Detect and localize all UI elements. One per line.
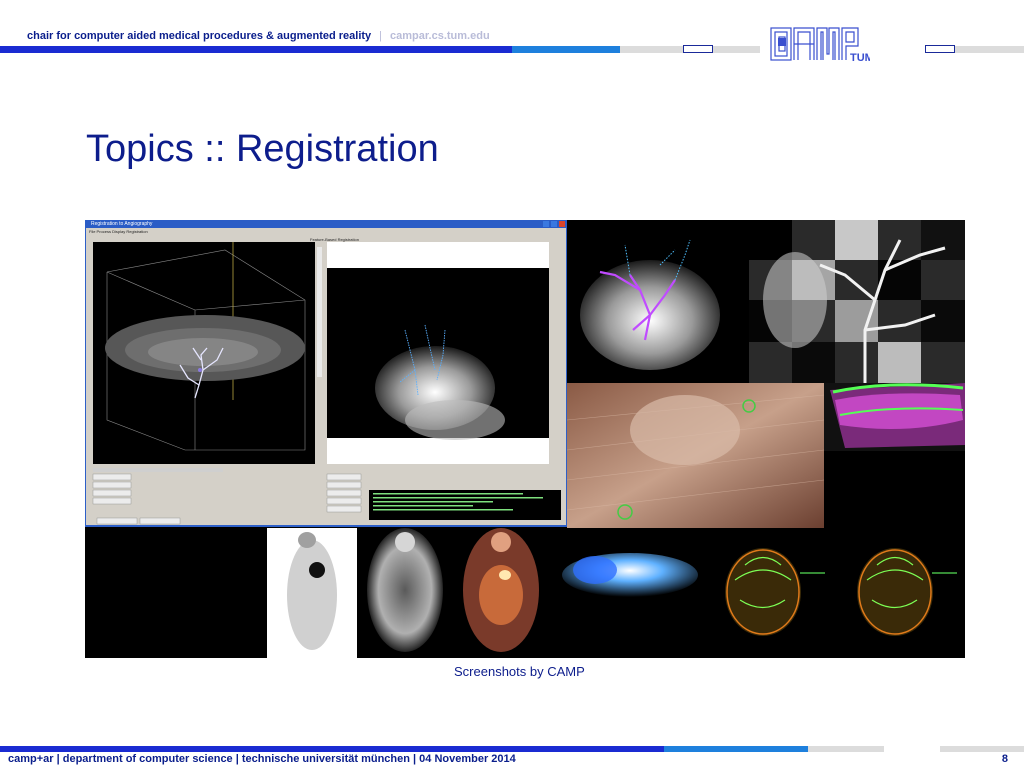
header-stripe-gray-right xyxy=(955,46,1024,53)
footer-stripe-gray xyxy=(808,746,884,752)
camp-tum-logo: TUM xyxy=(770,27,870,64)
header-box-right xyxy=(925,45,955,53)
header-stripe-light xyxy=(512,46,620,53)
image-caption: Screenshots by CAMP xyxy=(454,664,585,679)
collage-svg xyxy=(85,220,965,658)
logo-tum-text: TUM xyxy=(850,52,870,64)
app-window-title: Registration to Angiography xyxy=(91,221,153,227)
app-panel-label: Feature-Based Registration xyxy=(310,237,359,242)
footer-stripe-dark xyxy=(0,746,664,752)
footer-text: camp+ar | department of computer science… xyxy=(8,753,516,765)
screenshot-collage: Registration to Angiography File Process… xyxy=(85,220,965,658)
header-bar: chair for computer aided medical procedu… xyxy=(27,30,490,42)
header-box-left xyxy=(683,45,713,53)
app-menubar[interactable]: File Process Display Registration xyxy=(89,229,148,234)
footer-stripe-gray-2 xyxy=(940,746,1024,752)
footer-stripe-light xyxy=(664,746,808,752)
page-number: 8 xyxy=(1001,753,1008,765)
chair-name: chair for computer aided medical procedu… xyxy=(27,30,372,42)
head-render-1 xyxy=(725,548,825,636)
header-url[interactable]: campar.cs.tum.edu xyxy=(390,30,490,42)
pet-body xyxy=(287,540,337,650)
header-separator: | xyxy=(379,30,383,42)
checkerboard-angio xyxy=(749,220,965,383)
header-stripe-dark xyxy=(0,46,512,53)
slide-title: Topics :: Registration xyxy=(86,128,439,170)
head-render-2 xyxy=(857,548,957,636)
